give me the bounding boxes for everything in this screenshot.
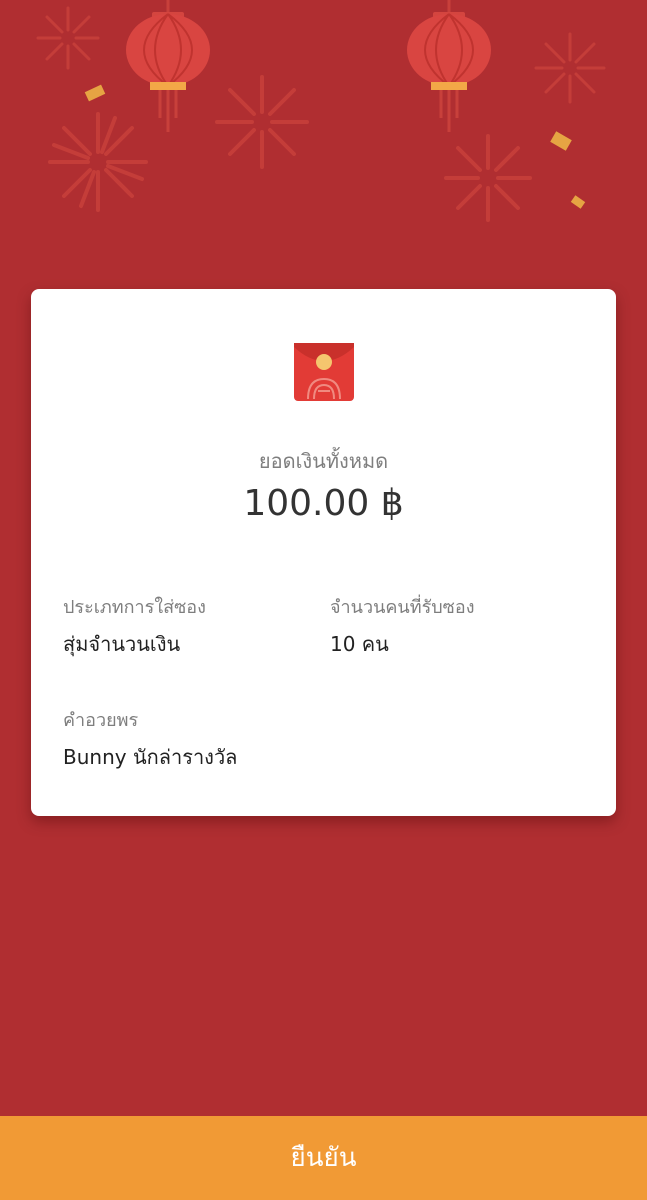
firework-icon xyxy=(36,6,100,70)
total-amount-value: 100.00 ฿ xyxy=(243,483,404,524)
red-envelope-icon xyxy=(294,343,354,401)
greeting-label: คำอวยพร xyxy=(63,710,139,731)
red-packet-summary-card: ยอดเงินทั้งหมด 100.00 ฿ ประเภทการใส่ซอง … xyxy=(31,289,616,816)
packet-type-value: สุ่มจำนวนเงิน xyxy=(63,632,181,656)
festive-decoration xyxy=(36,0,606,222)
firework-icon xyxy=(215,75,309,169)
packet-type-label: ประเภทการใส่ซอง xyxy=(63,597,206,618)
recipients-label: จำนวนคนที่รับซอง xyxy=(330,597,475,618)
greeting-value: Bunny นักล่ารางวัล xyxy=(63,745,238,769)
recipients-value: 10 คน xyxy=(330,632,389,656)
lantern-icon xyxy=(407,0,491,132)
confirm-button[interactable]: ยืนยัน xyxy=(0,1116,647,1200)
firework-icon xyxy=(48,112,148,212)
lantern-icon xyxy=(126,0,210,132)
firework-icon xyxy=(444,134,532,222)
total-amount-label: ยอดเงินทั้งหมด xyxy=(258,449,389,473)
firework-icon xyxy=(534,32,606,104)
